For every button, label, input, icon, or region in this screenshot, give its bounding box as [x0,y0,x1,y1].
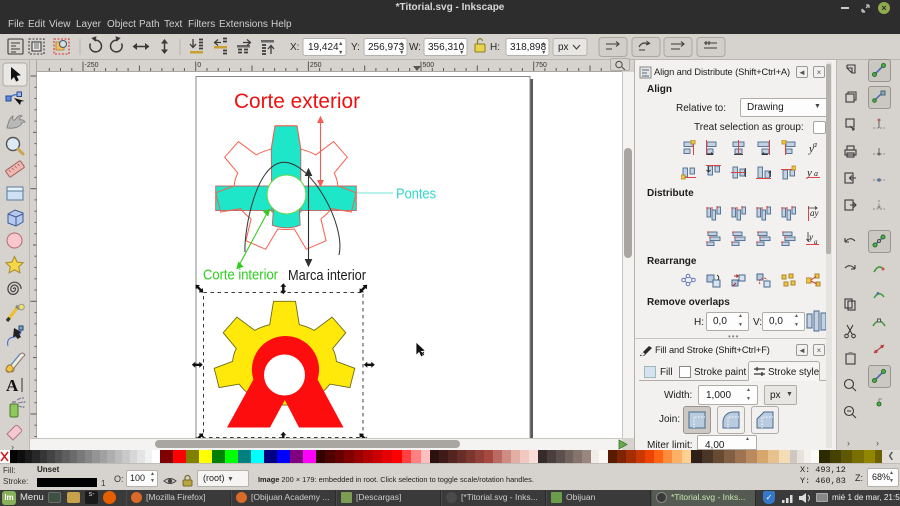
svg-text:a: a [813,140,817,149]
svg-text:750: 750 [535,62,547,69]
svg-text:›: › [876,438,879,448]
svg-text:Pontes: Pontes [396,187,436,203]
svg-text:A: A [6,376,19,395]
svg-text:500: 500 [423,62,435,69]
svg-text:0: 0 [197,62,201,69]
svg-text:ay: ay [810,208,819,218]
svg-text:250: 250 [310,62,322,69]
svg-text:-250: -250 [85,62,99,69]
svg-text:Corte exterior: Corte exterior [234,89,360,113]
svg-text:a: a [814,238,818,246]
svg-text:›: › [847,438,850,448]
svg-text:a: a [814,169,818,178]
svg-text:Marca interior: Marca interior [288,268,366,284]
svg-text:Corte interior: Corte interior [203,268,278,284]
